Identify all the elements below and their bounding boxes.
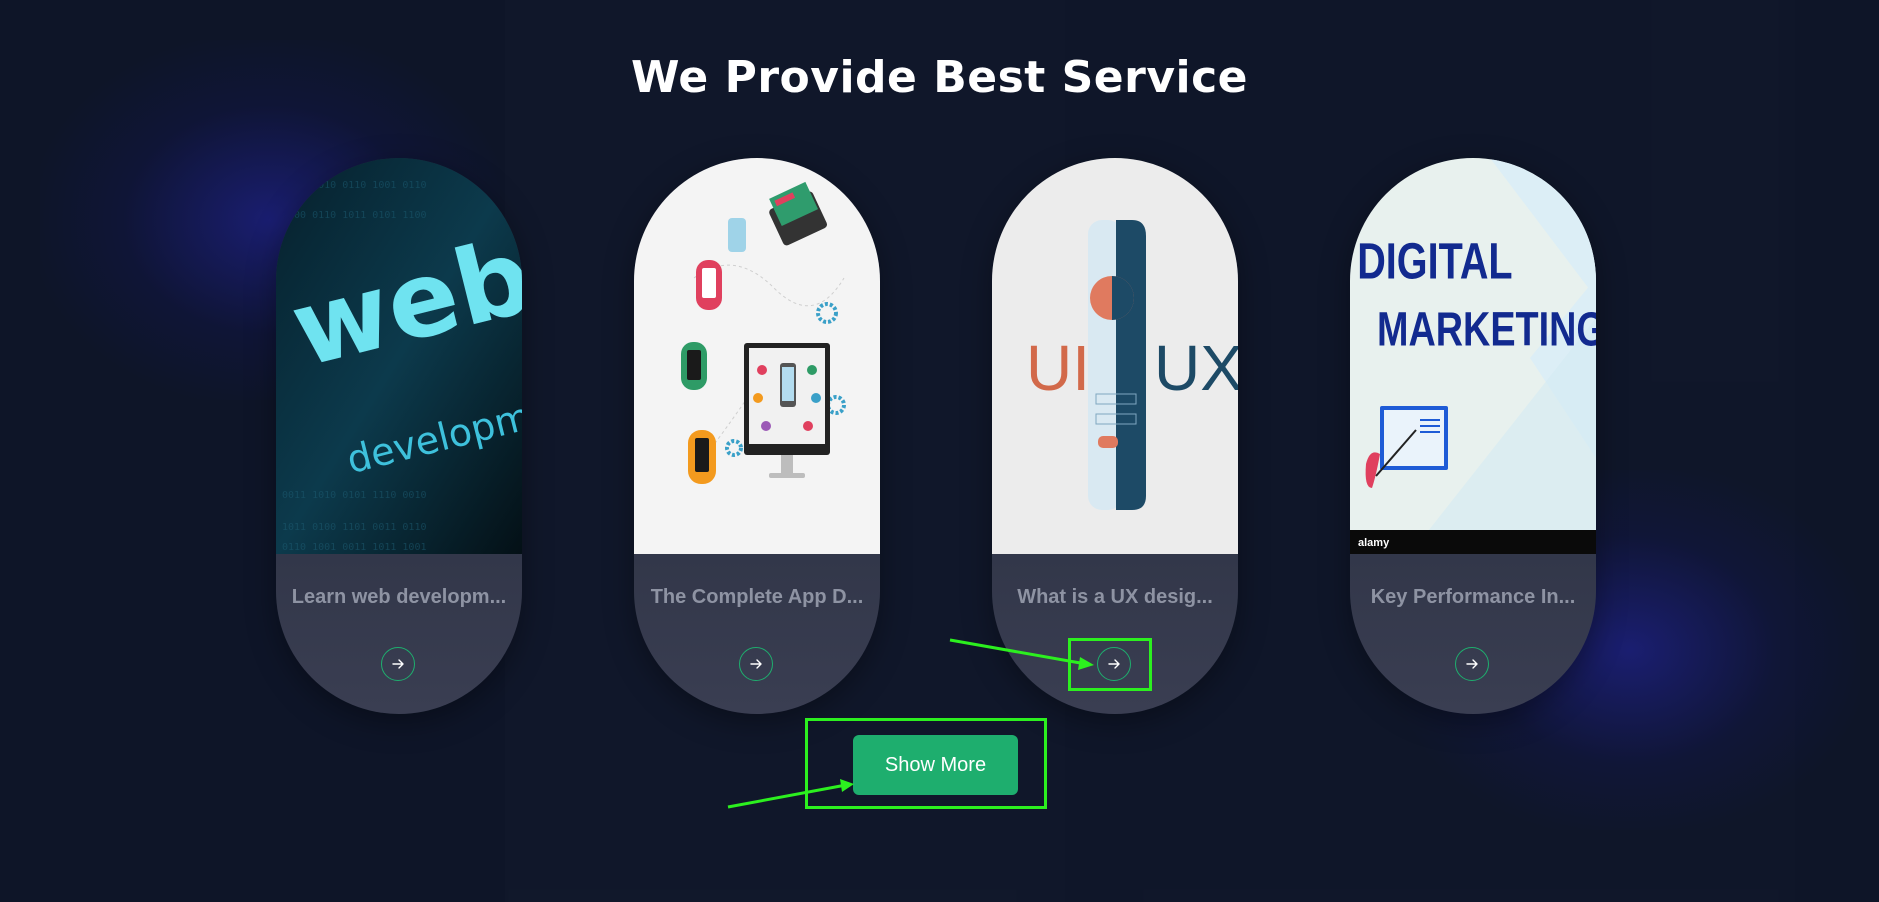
ux-image-text: UX [1154,332,1238,404]
service-card-ux-design[interactable]: UI UX What is a UX desig... [992,158,1238,714]
svg-text:0011 1010 0101 1110 0010: 0011 1010 0101 1110 0010 [282,490,427,501]
section-title: We Provide Best Service [630,52,1249,103]
annotation-highlight-box [805,718,1047,809]
card-title: What is a UX desig... [1017,586,1213,608]
card-image-digital-marketing: DIGITAL MARKETING alamy [1350,158,1596,554]
page: We Provide Best Service 0101 1010 0110 1… [0,0,1879,902]
card-arrow-button[interactable] [381,647,415,681]
marketing-image-text: MARKETING [1377,303,1596,356]
card-image-web-development: 0101 1010 0110 1001 0110 1100 0110 1011 … [276,158,522,554]
card-image-ux-design: UI UX [992,158,1238,554]
arrow-right-icon [1466,659,1478,669]
service-card-web-development[interactable]: 0101 1010 0110 1001 0110 1100 0110 1011 … [276,158,522,714]
card-title: The Complete App D... [650,586,864,608]
digital-image-text: DIGITAL [1357,233,1512,290]
card-arrow-button[interactable] [1455,647,1489,681]
alamy-image-text: alamy [1358,537,1390,549]
card-arrow-button[interactable] [739,647,773,681]
service-card-app-development[interactable]: The Complete App D... [634,158,880,714]
card-title: Learn web developm... [291,586,507,608]
annotation-highlight-box [1068,638,1152,691]
card-image-app-development [634,158,880,554]
service-card-digital-marketing[interactable]: DIGITAL MARKETING alamy Key Performance … [1350,158,1596,714]
svg-text:0101 1010 0110 1001 0110: 0101 1010 0110 1001 0110 [282,180,427,191]
arrow-right-icon [392,659,404,669]
ui-image-text: UI [1026,332,1090,404]
arrow-right-icon [750,659,762,669]
svg-text:0110 1001 0011 1011 1001: 0110 1001 0011 1011 1001 [282,542,427,553]
card-title: Key Performance In... [1370,586,1576,608]
svg-text:1100 0110 1011 0101 1100: 1100 0110 1011 0101 1100 [282,210,427,221]
svg-text:1011 0100 1101 0011 0110: 1011 0100 1101 0011 0110 [282,522,427,533]
